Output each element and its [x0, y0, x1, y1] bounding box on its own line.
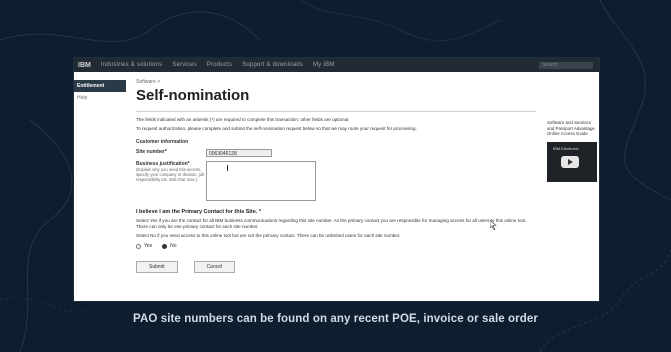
submit-button[interactable]: Submit	[136, 261, 178, 273]
video-thumbnail[interactable]: IBM Electronic	[547, 141, 597, 182]
sidebar-guide-link[interactable]: Software and Services and Passport Advan…	[547, 120, 599, 137]
right-sidebar: Software and Services and Passport Advan…	[547, 120, 599, 182]
radio-no[interactable]	[162, 243, 168, 249]
divider	[136, 111, 536, 112]
justification-textarea[interactable]	[206, 161, 316, 201]
primary-contact-desc-yes: Select Yes if you are the contact for al…	[136, 218, 527, 229]
video-caption: PAO site numbers can be found on any rec…	[133, 313, 538, 325]
page-title: Self-nomination	[136, 87, 250, 104]
radio-yes-label[interactable]: Yes	[144, 243, 152, 249]
nav-item-products[interactable]: Products	[207, 62, 232, 68]
top-navigation: IBM Industries & solutions Services Prod…	[74, 58, 599, 72]
primary-contact-desc-no: Select No if you need access to this onl…	[136, 233, 401, 238]
play-icon[interactable]	[561, 155, 579, 168]
site-number-label: Site number*	[136, 149, 167, 155]
primary-contact-radios: Yes No	[136, 243, 536, 249]
section-label: Customer information	[136, 139, 189, 145]
brand-logo[interactable]: IBM	[78, 62, 91, 69]
justification-row: Business justification* (Explain why you…	[136, 161, 536, 201]
radio-yes[interactable]	[136, 243, 141, 249]
justification-help: (Explain why you need this access, speci…	[136, 167, 205, 182]
nav-item-industries[interactable]: Industries & solutions	[101, 62, 162, 68]
mouse-cursor-icon	[490, 220, 497, 230]
main-content: Software > Self-nomination The fields in…	[136, 72, 536, 273]
justification-label-wrap: Business justification* (Explain why you…	[136, 161, 206, 182]
nav-item-services[interactable]: Services	[172, 62, 197, 68]
site-number-row: Site number* 0063046128	[136, 149, 536, 157]
leftnav-item-help[interactable]: Help	[74, 92, 126, 104]
search-input[interactable]: Search	[539, 61, 593, 69]
nav-item-my-ibm[interactable]: My IBM	[313, 62, 335, 68]
text-caret	[227, 165, 228, 171]
form-buttons: Submit Cancel	[136, 261, 536, 273]
radio-no-label[interactable]: No	[170, 243, 176, 249]
primary-contact-title: I believe I am the Primary Contact for t…	[136, 209, 262, 215]
embedded-screenshot: IBM Industries & solutions Services Prod…	[74, 58, 599, 301]
video-title: IBM Electronic	[553, 145, 579, 151]
left-navigation: Entitlement Help	[74, 80, 126, 104]
required-note: The fields indicated with an asterisk (*…	[136, 117, 350, 122]
site-number-input[interactable]: 0063046128	[206, 149, 272, 157]
nav-item-support[interactable]: Support & downloads	[242, 62, 303, 68]
cancel-button[interactable]: Cancel	[193, 261, 236, 273]
breadcrumb[interactable]: Software >	[136, 79, 536, 85]
leftnav-item-entitlement[interactable]: Entitlement	[74, 80, 126, 92]
intro-text: To request authorization, please complet…	[136, 126, 417, 131]
